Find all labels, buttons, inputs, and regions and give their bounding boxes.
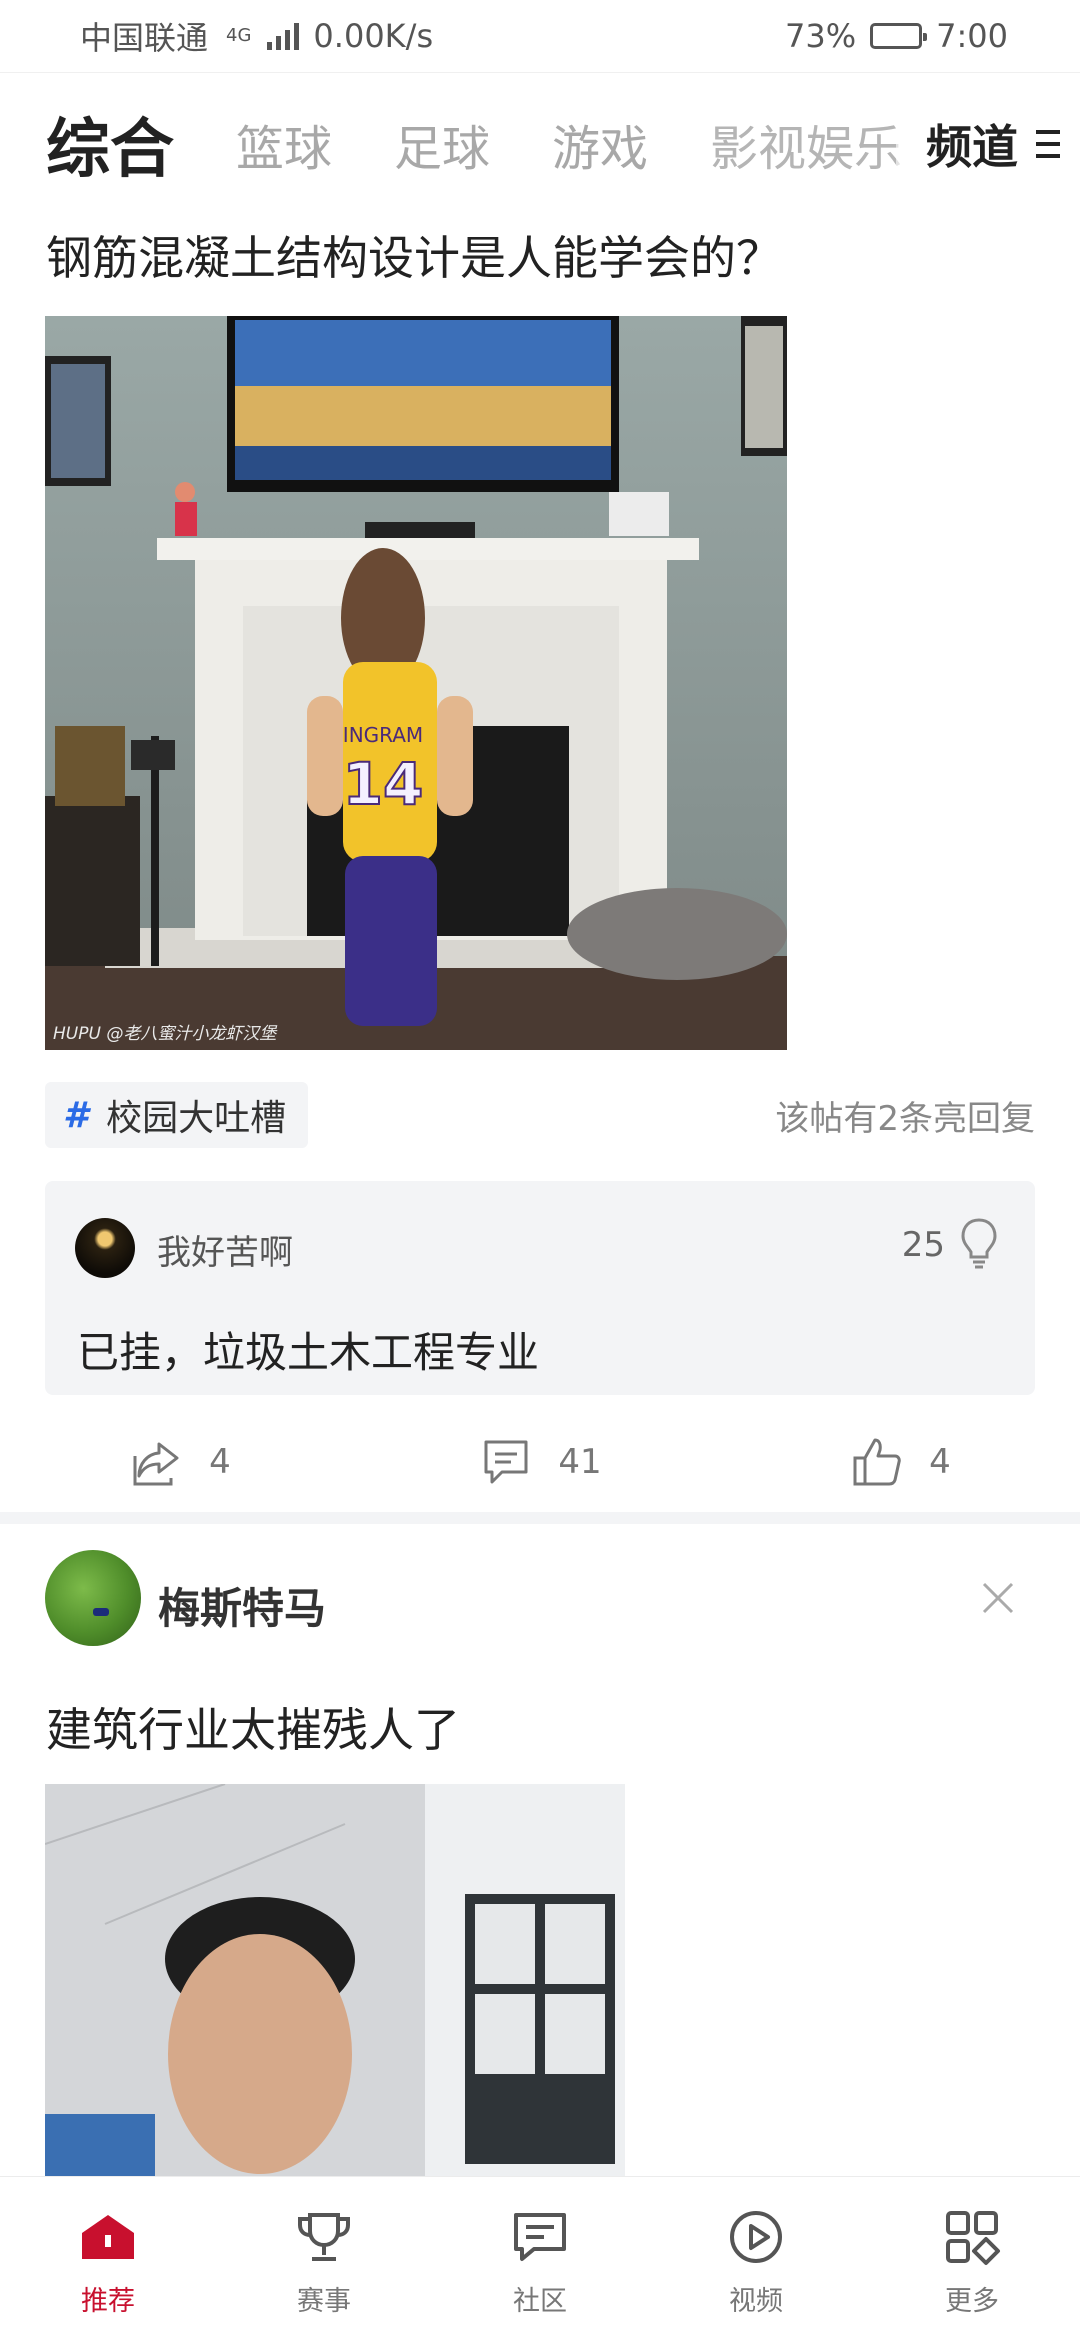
post-image[interactable]: INGRAM 14 HUPU @老八蜜汁小龙虾汉堡 (45, 316, 787, 1050)
image-watermark: HUPU @老八蜜汁小龙虾汉堡 (53, 1024, 277, 1044)
nav-item-community[interactable]: 社区 (432, 2177, 648, 2340)
selfie-photo (45, 1784, 625, 2184)
tab-games[interactable]: 游戏 (552, 109, 648, 179)
comment-icon (484, 1440, 528, 1484)
hot-reply-card[interactable]: 我好苦啊 25 已挂，垃圾土木工程专业 (45, 1181, 1035, 1395)
like-count: 4 (929, 1442, 951, 1482)
jersey-name: INGRAM (343, 723, 423, 747)
feed-divider (0, 1512, 1080, 1524)
reply-username[interactable]: 我好苦啊 (157, 1225, 293, 1274)
tab-basketball[interactable]: 篮球 (236, 109, 332, 179)
more-grid-icon (946, 2211, 1000, 2265)
network-speed: 0.00K/s (313, 17, 434, 55)
signal-icon (267, 22, 300, 50)
nav-item-events[interactable]: 赛事 (216, 2177, 432, 2340)
close-icon[interactable] (978, 1578, 1018, 1618)
post-image[interactable] (45, 1784, 625, 2184)
community-chat-icon (514, 2213, 566, 2261)
tab-entertainment[interactable]: 影视娱乐 (710, 109, 902, 179)
status-left: 中国联通 4G 0.00K/s (80, 13, 433, 59)
share-icon (133, 1442, 179, 1486)
nav-item-more[interactable]: 更多 (864, 2177, 1080, 2340)
nav-label: 视频 (729, 2286, 783, 2317)
like-button[interactable]: 4 (720, 1420, 1080, 1504)
post-action-bar: 4 41 4 (0, 1420, 1080, 1504)
topic-chip[interactable]: # 校园大吐槽 (45, 1082, 309, 1148)
nav-item-recommend[interactable]: 推荐 (0, 2177, 216, 2340)
channel-button[interactable]: 频道 (896, 73, 1080, 215)
trophy-icon (298, 2213, 350, 2261)
comment-count: 41 (558, 1442, 602, 1482)
bottom-navigation: 推荐 赛事 社区 视频 更多 (0, 2176, 1080, 2340)
battery-percent: 73% (785, 17, 857, 55)
home-icon (82, 2215, 134, 2259)
avatar[interactable] (75, 1218, 135, 1278)
nav-label: 社区 (513, 2286, 567, 2317)
thumbs-up-icon (853, 1438, 901, 1486)
category-tabs: 综合 篮球 足球 游戏 影视娱乐 频道 (0, 72, 1080, 215)
battery-icon (870, 23, 928, 49)
carrier-label: 中国联通 (80, 19, 209, 57)
reply-like-count: 25 (901, 1225, 945, 1265)
post-title[interactable]: 建筑行业太摧残人了 (46, 1694, 460, 1760)
tab-zonghe[interactable]: 综合 (46, 98, 174, 190)
reply-text: 已挂，垃圾土木工程专业 (77, 1328, 540, 1377)
topic-row: # 校园大吐槽 该帖有2条亮回复 (45, 1082, 1035, 1148)
play-icon (730, 2211, 782, 2263)
post-title[interactable]: 钢筋混凝土结构设计是人能学会的？ (46, 222, 782, 288)
topic-label: 校园大吐槽 (106, 1098, 287, 1139)
nav-label: 赛事 (297, 2286, 351, 2317)
share-count: 4 (209, 1442, 231, 1482)
status-bar: 中国联通 4G 0.00K/s 73% 7:00 (0, 0, 1080, 72)
clock: 7:00 (936, 17, 1008, 55)
nav-item-video[interactable]: 视频 (648, 2177, 864, 2340)
hot-reply-note[interactable]: 该帖有2条亮回复 (775, 1091, 1035, 1140)
nav-label: 更多 (945, 2286, 999, 2317)
network-type-icon: 4G (226, 25, 252, 46)
jersey-number: 14 (343, 750, 424, 818)
lightbulb-icon[interactable] (959, 1217, 999, 1271)
tab-football[interactable]: 足球 (394, 109, 490, 179)
hashtag-icon: # (63, 1094, 89, 1136)
share-button[interactable]: 4 (0, 1420, 360, 1504)
comment-button[interactable]: 41 (360, 1420, 720, 1504)
nav-label: 推荐 (81, 2286, 135, 2317)
menu-icon (1036, 130, 1060, 158)
avatar[interactable] (45, 1550, 141, 1646)
status-right: 73% 7:00 (785, 17, 1008, 55)
author-name[interactable]: 梅斯特马 (158, 1575, 326, 1636)
living-room-photo: INGRAM 14 (45, 316, 787, 1050)
channel-label: 频道 (926, 120, 1018, 174)
